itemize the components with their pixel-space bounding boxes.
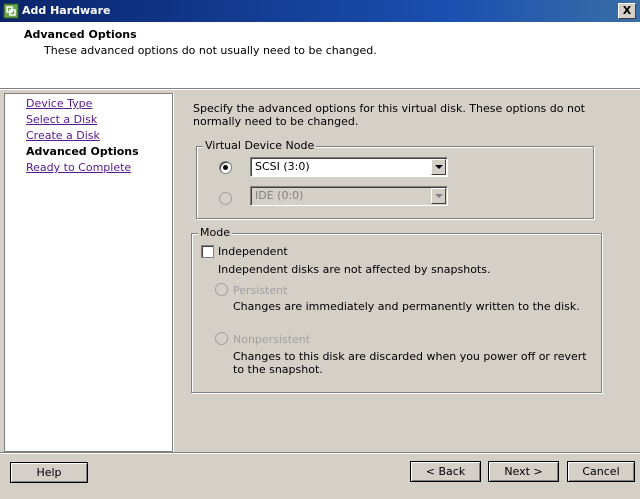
page-subtitle: These advanced options do not usually ne… [44, 44, 377, 57]
sidebar-divider [173, 93, 174, 452]
nonpersistent-radio[interactable] [215, 332, 228, 345]
cancel-button[interactable]: Cancel [567, 461, 635, 482]
sidebar-item-select-disk[interactable]: Select a Disk [26, 113, 97, 126]
ide-radio[interactable] [219, 192, 232, 205]
sidebar-item-ready-to-complete[interactable]: Ready to Complete [26, 161, 131, 174]
wizard-steps-sidebar: Device Type Select a Disk Create a Disk … [4, 93, 173, 452]
back-button[interactable]: < Back [410, 461, 481, 482]
ide-node-value: IDE (0:0) [255, 189, 304, 202]
wizard-header: Advanced Options These advanced options … [0, 22, 640, 89]
footer-divider [0, 452, 640, 454]
close-button[interactable]: X [618, 3, 636, 19]
ide-node-select[interactable]: IDE (0:0) [250, 186, 448, 206]
persistent-radio[interactable] [215, 283, 228, 296]
nonpersistent-label[interactable]: Nonpersistent [233, 333, 310, 346]
independent-description: Independent disks are not affected by sn… [218, 263, 491, 276]
scsi-node-select[interactable]: SCSI (3:0) [250, 157, 448, 177]
title-bar: Add Hardware X [0, 0, 640, 22]
independent-label[interactable]: Independent [218, 245, 288, 258]
virtual-device-node-group: Virtual Device Node SCSI (3:0) IDE (0:0) [196, 139, 594, 219]
window-title: Add Hardware [22, 4, 111, 17]
mode-legend: Mode [198, 226, 232, 239]
sidebar-item-advanced-options: Advanced Options [26, 145, 139, 158]
persistent-label[interactable]: Persistent [233, 284, 287, 297]
mode-group: Mode Independent Independent disks are n… [191, 226, 602, 393]
chevron-down-icon[interactable] [431, 188, 446, 204]
intro-text: Specify the advanced options for this vi… [193, 102, 585, 128]
persistent-description: Changes are immediately and permanently … [233, 300, 580, 313]
next-button[interactable]: Next > [488, 461, 559, 482]
help-button[interactable]: Help [10, 462, 88, 483]
scsi-node-value: SCSI (3:0) [255, 160, 310, 173]
independent-checkbox[interactable] [201, 245, 214, 258]
sidebar-item-create-disk[interactable]: Create a Disk [26, 129, 100, 142]
page-title: Advanced Options [24, 28, 137, 41]
chevron-down-icon[interactable] [431, 159, 446, 175]
virtual-device-node-legend: Virtual Device Node [203, 139, 317, 152]
vsphere-app-icon [3, 3, 19, 19]
nonpersistent-description: Changes to this disk are discarded when … [233, 350, 587, 376]
scsi-radio[interactable] [219, 161, 232, 174]
sidebar-item-device-type[interactable]: Device Type [26, 97, 92, 110]
header-divider [0, 89, 640, 90]
